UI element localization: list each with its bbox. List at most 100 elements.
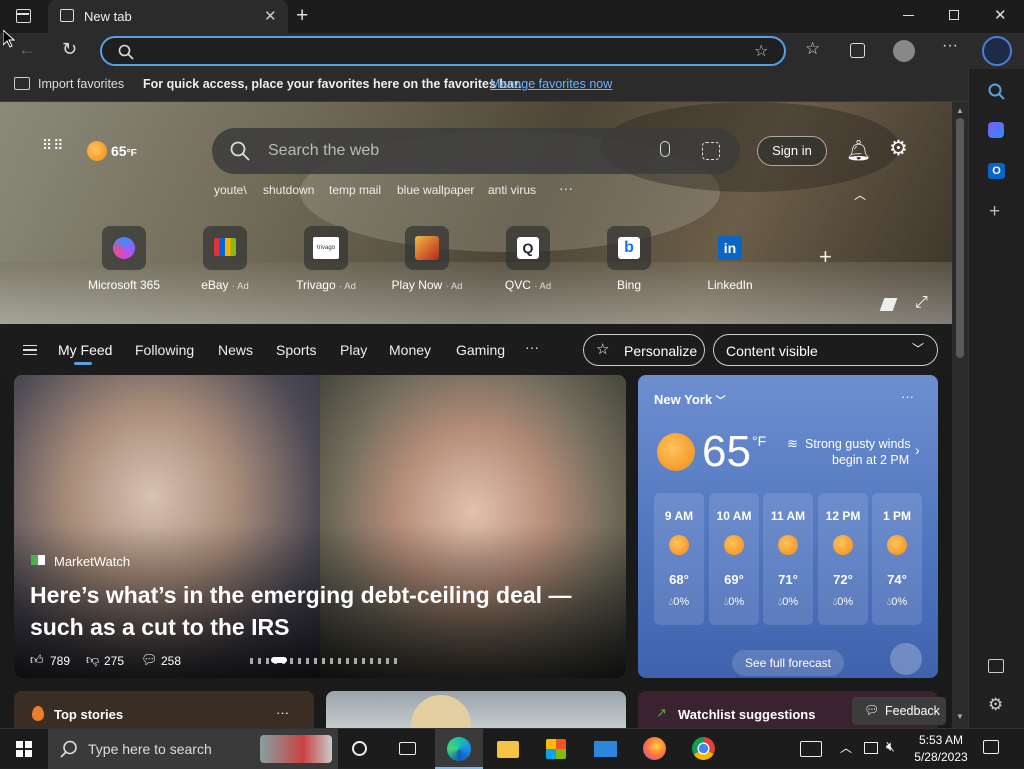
- tile-microsoft365-icon[interactable]: [102, 226, 146, 270]
- tile-trivago-icon[interactable]: trivago: [304, 226, 348, 270]
- tile-microsoft365[interactable]: Microsoft 365: [69, 278, 179, 292]
- hour-forecast[interactable]: 1 PM 74° 💧︎0%: [872, 493, 922, 625]
- tile-bing-icon[interactable]: b: [607, 226, 651, 270]
- weather-alert-line2[interactable]: begin at 2 PM: [832, 453, 909, 467]
- task-view-icon[interactable]: [399, 742, 416, 755]
- sign-in-button[interactable]: Sign in: [757, 136, 827, 166]
- tile-ebay[interactable]: eBay · Ad: [170, 278, 280, 292]
- nav-gaming[interactable]: Gaming: [456, 342, 505, 358]
- favorites-icon[interactable]: ☆: [805, 39, 820, 59]
- content-visible-dropdown[interactable]: Content visible ﹀: [713, 334, 938, 366]
- taskbar-search-box[interactable]: Type here to search: [48, 729, 338, 769]
- personalize-button[interactable]: ☆ Personalize: [583, 334, 705, 366]
- hour-forecast[interactable]: 12 PM 72° 💧︎0%: [818, 493, 868, 625]
- address-bar[interactable]: ☆: [100, 36, 786, 66]
- weather-alert-line1[interactable]: Strong gusty winds: [805, 437, 911, 451]
- microphone-icon[interactable]: [660, 141, 670, 157]
- sidebar-outlook-icon[interactable]: O: [988, 163, 1005, 179]
- sidebar-search-icon[interactable]: [988, 83, 1005, 100]
- volume-muted-icon[interactable]: 🔇︎: [886, 738, 895, 755]
- news-widget-icon[interactable]: [800, 741, 822, 757]
- visual-search-icon[interactable]: [702, 142, 720, 160]
- sidebar-copilot-icon[interactable]: [988, 122, 1004, 138]
- top-stories-more-button[interactable]: ···: [276, 705, 289, 720]
- sidebar-settings-icon[interactable]: ⚙: [988, 695, 1003, 715]
- web-search-box[interactable]: Search the web: [212, 128, 740, 174]
- tile-ebay-icon[interactable]: [203, 226, 247, 270]
- nav-money[interactable]: Money: [389, 342, 431, 358]
- notifications-icon[interactable]: 🔔︎: [846, 138, 871, 163]
- notification-center-icon[interactable]: [983, 740, 999, 754]
- windows-start-icon[interactable]: [16, 741, 32, 757]
- dislike-icon[interactable]: 👎︎: [86, 652, 99, 668]
- weather-mascot-icon[interactable]: [890, 643, 922, 675]
- tile-playnow-icon[interactable]: [405, 226, 449, 270]
- sidebar-add-icon[interactable]: +: [989, 201, 1000, 223]
- nav-sports[interactable]: Sports: [276, 342, 316, 358]
- search-highlight-icon[interactable]: [260, 735, 332, 763]
- collapse-chevron-icon[interactable]: ︿: [854, 186, 866, 203]
- more-menu-icon[interactable]: ···: [942, 37, 958, 55]
- nav-news[interactable]: News: [218, 342, 253, 358]
- cortana-icon[interactable]: [352, 741, 367, 756]
- like-icon[interactable]: 👍︎: [30, 652, 44, 668]
- import-favorites-icon[interactable]: [14, 77, 30, 90]
- network-icon[interactable]: [864, 742, 878, 754]
- trending-search[interactable]: anti virus: [488, 183, 536, 197]
- manage-favorites-link[interactable]: Manage favorites now: [490, 77, 612, 91]
- minimize-icon[interactable]: [903, 15, 914, 16]
- tile-trivago[interactable]: Trivago · Ad: [271, 278, 381, 292]
- mail-icon[interactable]: [594, 741, 617, 757]
- feedback-button[interactable]: 💬︎ Feedback: [852, 697, 946, 725]
- tab-actions-icon[interactable]: [16, 9, 31, 23]
- file-explorer-icon[interactable]: [497, 741, 519, 758]
- expand-icon[interactable]: ⤢: [915, 294, 928, 312]
- hour-forecast[interactable]: 11 AM 71° 💧︎0%: [763, 493, 813, 625]
- chevron-right-icon[interactable]: ›: [915, 442, 920, 458]
- story-headline[interactable]: Here’s what’s in the emerging debt-ceili…: [30, 579, 571, 643]
- nav-following[interactable]: Following: [135, 342, 194, 358]
- tile-playnow[interactable]: Play Now · Ad: [372, 278, 482, 292]
- scroll-up-icon[interactable]: ▲: [956, 106, 964, 115]
- taskbar-date[interactable]: 5/28/2023: [910, 750, 972, 764]
- firefox-icon[interactable]: [643, 737, 666, 760]
- profile-avatar[interactable]: [893, 40, 915, 62]
- trending-search[interactable]: youte\: [214, 183, 247, 197]
- tile-linkedin-icon[interactable]: in: [708, 226, 752, 270]
- refresh-icon[interactable]: ↻: [62, 39, 77, 60]
- new-tab-icon[interactable]: +: [296, 4, 308, 28]
- tile-bing[interactable]: Bing: [574, 278, 684, 292]
- add-favorite-icon[interactable]: ☆: [754, 41, 768, 61]
- trending-search[interactable]: shutdown: [263, 183, 314, 197]
- collections-icon[interactable]: [850, 43, 865, 58]
- add-tile-icon[interactable]: +: [819, 244, 832, 270]
- scrollbar-thumb[interactable]: [956, 118, 964, 358]
- trending-search[interactable]: temp mail: [329, 183, 381, 197]
- tray-overflow-icon[interactable]: ︿: [840, 739, 852, 756]
- store-icon[interactable]: [546, 739, 566, 759]
- nav-more-button[interactable]: ···: [525, 339, 539, 355]
- see-full-forecast-button[interactable]: See full forecast: [732, 650, 844, 676]
- hour-forecast[interactable]: 10 AM 69° 💧︎0%: [709, 493, 759, 625]
- weather-card[interactable]: New York ﹀ ··· 65 °F ≋ Strong gusty wind…: [638, 375, 938, 678]
- tile-linkedin[interactable]: LinkedIn: [675, 278, 785, 292]
- hero-temperature[interactable]: 65°F: [111, 143, 137, 159]
- comment-icon[interactable]: 💬︎: [141, 652, 158, 668]
- nav-my-feed[interactable]: My Feed: [58, 342, 112, 358]
- settings-gear-icon[interactable]: ⚙: [889, 136, 908, 161]
- weather-more-button[interactable]: ···: [901, 389, 914, 404]
- bing-chat-icon[interactable]: [982, 36, 1012, 66]
- sidebar-layout-icon[interactable]: [988, 659, 1004, 673]
- taskbar-edge-app[interactable]: [435, 729, 483, 769]
- scroll-down-icon[interactable]: ▼: [956, 712, 964, 721]
- main-story-card[interactable]: MarketWatch Here’s what’s in the emergin…: [14, 375, 626, 678]
- close-window-icon[interactable]: ✕: [994, 6, 1007, 24]
- tab-new[interactable]: New tab ✕: [48, 0, 288, 33]
- tile-qvc-icon[interactable]: Q: [506, 226, 550, 270]
- tab-close-icon[interactable]: ✕: [264, 7, 277, 25]
- taskbar-time[interactable]: 5:53 AM: [918, 733, 964, 747]
- tile-qvc[interactable]: QVC · Ad: [473, 278, 583, 292]
- carousel-dots[interactable]: [250, 657, 400, 664]
- weather-location[interactable]: New York ﹀: [654, 392, 726, 407]
- import-favorites-button[interactable]: Import favorites: [38, 77, 124, 91]
